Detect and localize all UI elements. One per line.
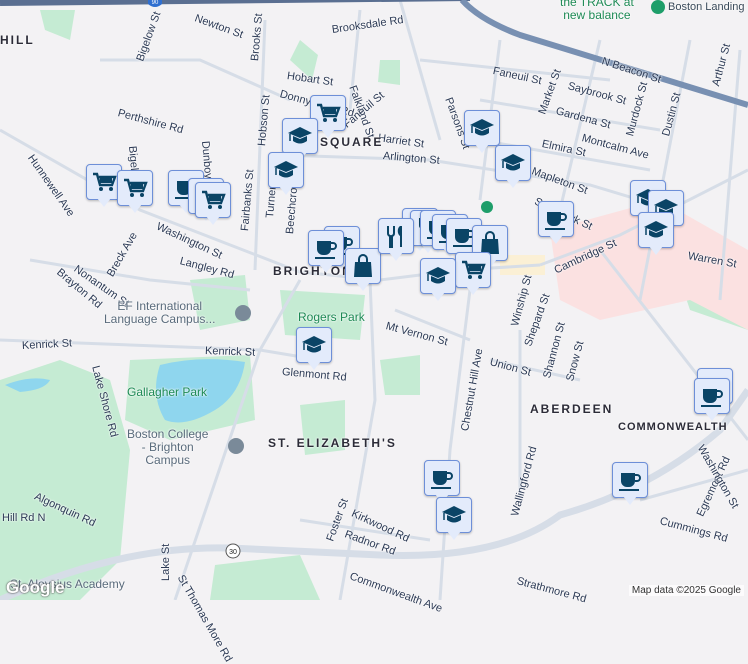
coffee-icon	[315, 241, 337, 259]
poi-label[interactable]: Boston College - Brighton Campus	[127, 428, 208, 467]
school-icon	[274, 161, 298, 178]
street-label: Kenrick St	[204, 345, 256, 359]
school-marker[interactable]	[296, 327, 332, 370]
shopping-bag-marker[interactable]	[345, 248, 381, 291]
transit-pin[interactable]	[481, 201, 493, 213]
poi-label[interactable]: Boston Landing	[668, 1, 744, 14]
park-label[interactable]: Rogers Park	[298, 310, 365, 324]
shopping-cart-marker[interactable]	[455, 252, 491, 295]
svg-text:90: 90	[152, 0, 159, 6]
shopping-bag-icon	[354, 254, 372, 277]
highway-shield-90: 90	[148, 0, 162, 7]
google-logo: Google	[6, 578, 65, 597]
school-icon	[442, 506, 466, 523]
poi-label[interactable]: the TRACK at new balance	[560, 0, 634, 22]
highway-shield-30: 30	[225, 543, 241, 559]
coffee-marker[interactable]	[538, 201, 574, 244]
school-marker[interactable]	[638, 212, 674, 255]
school-icon	[426, 267, 450, 284]
poi-label[interactable]: EF International Language Campus...	[104, 300, 215, 326]
shopping-cart-icon	[202, 190, 226, 209]
shopping-cart-icon	[124, 178, 148, 197]
neighborhood-label: COMMONWEALTH	[618, 421, 728, 433]
school-icon	[302, 336, 326, 353]
neighborhood-label: ST. ELIZABETH'S	[268, 436, 397, 450]
school-icon	[470, 119, 494, 136]
school-marker[interactable]	[268, 152, 304, 195]
ef-campus-pin[interactable]	[235, 305, 251, 321]
shopping-cart-icon	[317, 103, 341, 122]
neighborhood-label: ABERDEEN	[530, 402, 614, 416]
school-marker[interactable]	[436, 497, 472, 540]
school-marker[interactable]	[282, 118, 318, 161]
coffee-icon	[701, 389, 723, 407]
street-label: Lake St	[160, 543, 172, 581]
coffee-marker[interactable]	[612, 462, 648, 505]
restaurant-marker[interactable]	[378, 218, 414, 261]
school-marker[interactable]	[495, 145, 531, 188]
map-attribution[interactable]: Map data ©2025 Google	[628, 585, 744, 596]
coffee-marker[interactable]	[308, 230, 344, 273]
the-track-pin[interactable]	[651, 0, 665, 14]
school-icon	[288, 127, 312, 144]
neighborhood-label: HILL	[0, 33, 35, 47]
interstate-90	[0, 0, 471, 6]
school-marker[interactable]	[464, 110, 500, 153]
coffee-marker[interactable]	[694, 378, 730, 421]
coffee-marker[interactable]	[424, 460, 460, 503]
coffee-icon	[545, 212, 567, 230]
restaurant-icon	[387, 226, 402, 248]
school-icon	[644, 221, 668, 238]
shopping-cart-marker[interactable]	[195, 182, 231, 225]
school-icon	[501, 154, 525, 171]
shopping-cart-icon	[93, 172, 117, 191]
coffee-icon	[619, 473, 641, 491]
street-label: Hill Rd N	[2, 512, 46, 524]
coffee-icon	[431, 471, 453, 489]
bc-campus-pin[interactable]	[228, 438, 244, 454]
shopping-cart-marker[interactable]	[117, 170, 153, 213]
school-marker[interactable]	[420, 258, 456, 301]
shopping-cart-icon	[462, 260, 486, 279]
park-label[interactable]: Gallagher Park	[127, 385, 207, 399]
svg-text:30: 30	[229, 549, 237, 556]
